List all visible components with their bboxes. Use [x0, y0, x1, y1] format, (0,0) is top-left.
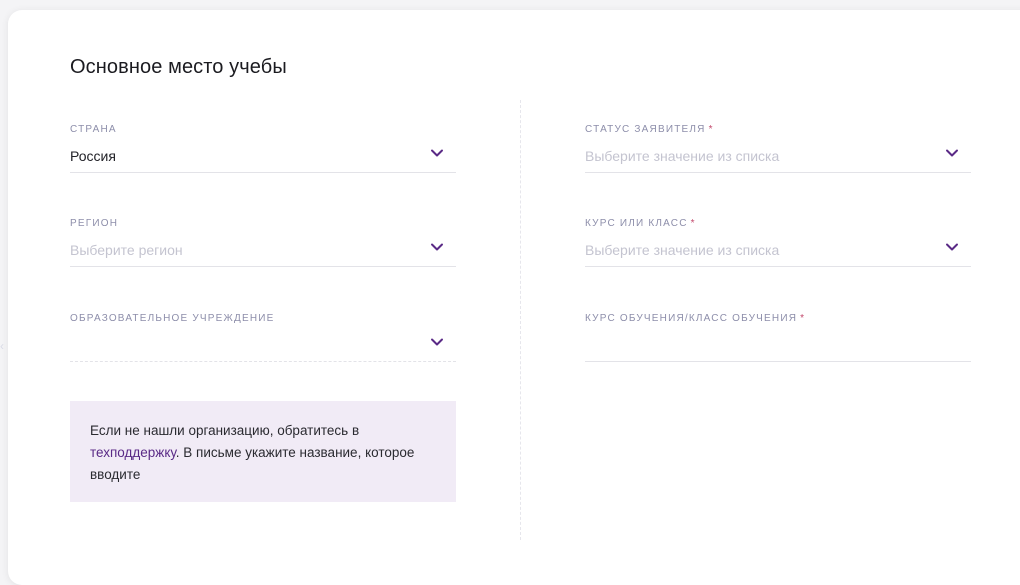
chevron-down-icon[interactable]	[430, 335, 444, 349]
country-label: СТРАНА	[70, 124, 117, 135]
chevron-down-icon[interactable]	[430, 146, 444, 160]
section-title: Основное место учебы	[70, 56, 287, 78]
country-value: Россия	[70, 148, 116, 164]
course-or-class-select[interactable]: КУРС ИЛИ КЛАСС * Выберите значение из спи…	[585, 218, 971, 274]
institution-label: ОБРАЗОВАТЕЛЬНОЕ УЧРЕЖДЕНИЕ	[70, 313, 275, 324]
course-of-study-label: КУРС ОБУЧЕНИЯ/КЛАСС ОБУЧЕНИЯ *	[585, 313, 806, 324]
chevron-down-icon[interactable]	[945, 146, 959, 160]
study-place-card: Основное место учебы СТРАНА Россия РЕГИО…	[8, 10, 1020, 585]
required-mark: *	[690, 218, 696, 229]
region-label: РЕГИОН	[70, 218, 119, 229]
chevron-down-icon[interactable]	[945, 240, 959, 254]
country-underline	[70, 172, 456, 173]
support-link[interactable]: техподдержку	[90, 445, 176, 460]
notice-text-before: Если не нашли организацию, обратитесь в	[90, 423, 360, 438]
course-of-study-underline	[585, 361, 971, 362]
required-mark: *	[800, 313, 806, 324]
region-placeholder: Выберите регион	[70, 242, 183, 258]
region-select[interactable]: РЕГИОН Выберите регион	[70, 218, 456, 274]
applicant-status-select[interactable]: СТАТУС ЗАЯВИТЕЛЯ * Выберите значение из с…	[585, 124, 971, 180]
chevron-down-icon[interactable]	[430, 240, 444, 254]
institution-underline	[70, 361, 456, 362]
country-select[interactable]: СТРАНА Россия	[70, 124, 456, 180]
column-divider	[520, 100, 521, 540]
course-of-study-input[interactable]: КУРС ОБУЧЕНИЯ/КЛАСС ОБУЧЕНИЯ *	[585, 313, 971, 369]
course-or-class-label: КУРС ИЛИ КЛАСС *	[585, 218, 696, 229]
support-notice: Если не нашли организацию, обратитесь в …	[70, 401, 456, 502]
applicant-status-underline	[585, 172, 971, 173]
chevron-left-icon: ‹	[0, 339, 4, 353]
region-underline	[70, 266, 456, 267]
course-or-class-placeholder: Выберите значение из списка	[585, 242, 780, 258]
required-mark: *	[708, 124, 714, 135]
applicant-status-placeholder: Выберите значение из списка	[585, 148, 780, 164]
institution-select[interactable]: ОБРАЗОВАТЕЛЬНОЕ УЧРЕЖДЕНИЕ	[70, 313, 456, 369]
applicant-status-label: СТАТУС ЗАЯВИТЕЛЯ *	[585, 124, 714, 135]
course-or-class-underline	[585, 266, 971, 267]
